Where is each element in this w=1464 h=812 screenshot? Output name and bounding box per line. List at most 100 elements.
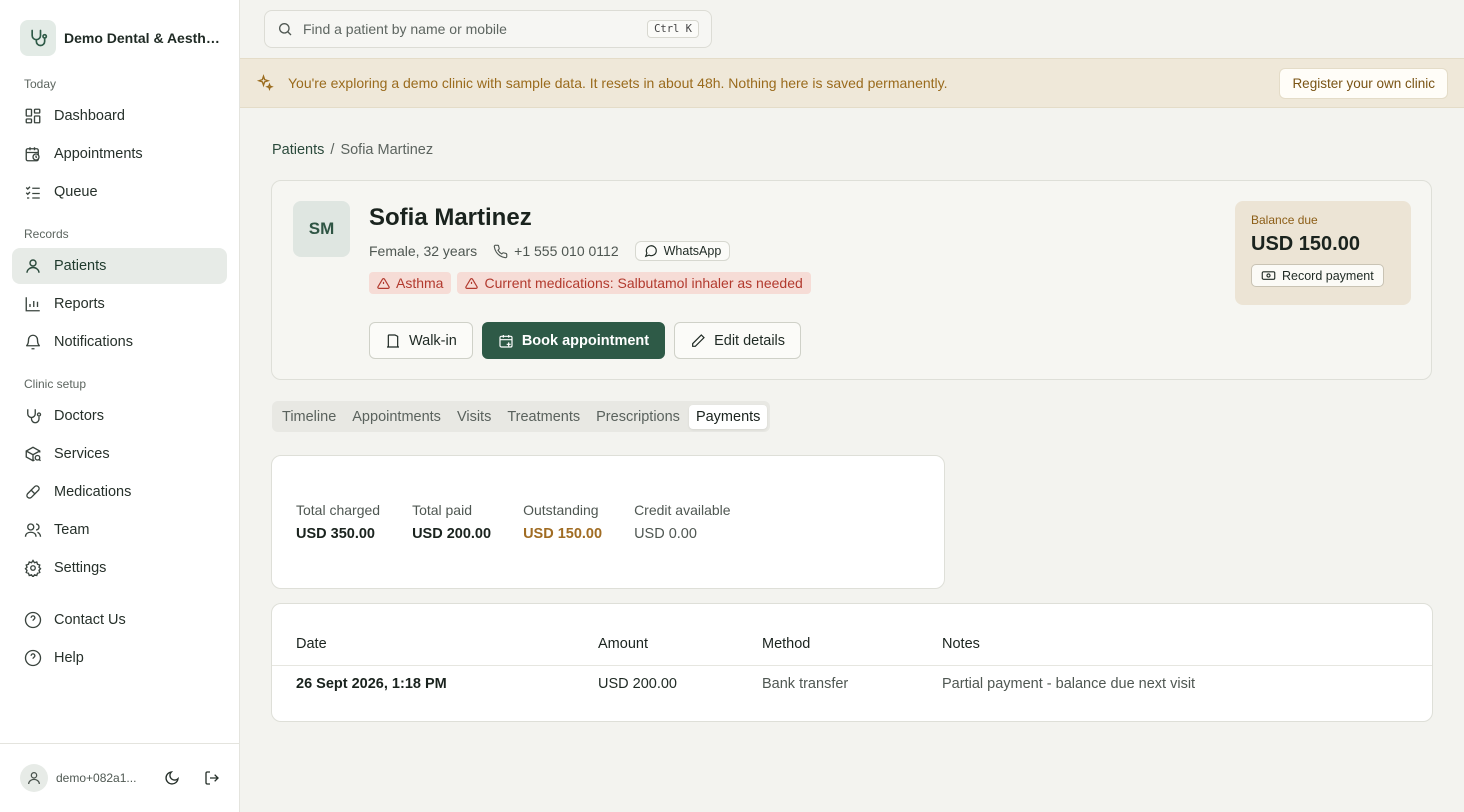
calendar-plus-icon — [498, 333, 514, 349]
balance-amount: USD 150.00 — [1251, 233, 1360, 255]
phone-icon — [493, 244, 508, 259]
pill-icon — [24, 483, 42, 501]
sidebar-item-services[interactable]: Services — [12, 436, 227, 472]
tab-treatments[interactable]: Treatments — [500, 405, 587, 429]
sidebar-item-label: Services — [54, 446, 110, 462]
sidebar-item-patients[interactable]: Patients — [12, 248, 227, 284]
allergy-tag: Asthma — [369, 272, 452, 294]
calendar-clock-icon — [24, 145, 42, 163]
warning-icon — [377, 277, 390, 290]
phone-number: +1 555 010 0112 — [514, 243, 619, 259]
breadcrumb-patients-link[interactable]: Patients — [272, 142, 324, 158]
sidebar-item-label: Doctors — [54, 408, 104, 424]
stethoscope-icon — [20, 20, 56, 56]
stat-value: USD 150.00 — [523, 526, 603, 542]
walk-in-button[interactable]: Walk-in — [369, 322, 473, 359]
avatar[interactable] — [20, 764, 48, 792]
alert-tags: Asthma Current medications: Salbutamol i… — [369, 272, 811, 294]
help-circle-icon — [24, 649, 42, 667]
tab-timeline[interactable]: Timeline — [275, 405, 343, 429]
breadcrumb-current: Sofia Martinez — [340, 142, 434, 158]
payment-summary-card: Total charged USD 350.00 Total paid USD … — [271, 455, 945, 589]
tab-appointments[interactable]: Appointments — [345, 405, 448, 429]
nav-section-clinic-setup: Clinic setup — [24, 377, 87, 391]
sidebar-item-medications[interactable]: Medications — [12, 474, 227, 510]
medication-tag: Current medications: Salbutamol inhaler … — [457, 272, 811, 294]
breadcrumb-separator: / — [330, 142, 335, 158]
help-circle-icon — [24, 611, 42, 629]
summary-credit-available: Credit available USD 0.00 — [634, 502, 731, 588]
register-clinic-button[interactable]: Register your own clinic — [1279, 68, 1448, 99]
patient-meta: Female, 32 years +1 555 010 0112 WhatsAp… — [369, 241, 731, 261]
search-icon — [277, 21, 293, 37]
message-circle-icon — [644, 244, 658, 258]
user-footer: demo+082a1... — [0, 743, 239, 812]
walk-in-label: Walk-in — [409, 332, 457, 349]
sidebar-item-notifications[interactable]: Notifications — [12, 324, 227, 360]
logout-icon[interactable] — [200, 766, 224, 790]
clinic-name: Demo Dental & Aesthe... — [64, 30, 220, 46]
patient-avatar: SM — [293, 201, 350, 257]
patient-search[interactable]: Find a patient by name or mobile Ctrl K — [264, 10, 712, 48]
sidebar-item-queue[interactable]: Queue — [12, 174, 227, 210]
breadcrumb: Patients / Sofia Martinez — [272, 142, 433, 158]
demo-banner: You're exploring a demo clinic with samp… — [240, 58, 1464, 108]
patient-actions: Walk-in Book appointment Edit details — [369, 322, 802, 359]
warning-icon — [465, 277, 479, 290]
search-shortcut: Ctrl K — [647, 20, 699, 38]
patient-phone[interactable]: +1 555 010 0112 — [493, 243, 619, 259]
clinic-switcher[interactable]: Demo Dental & Aesthe... — [20, 20, 220, 56]
balance-label: Balance due — [1251, 213, 1318, 227]
edit-details-button[interactable]: Edit details — [674, 322, 802, 359]
tab-prescriptions[interactable]: Prescriptions — [589, 405, 687, 429]
banner-text: You're exploring a demo clinic with samp… — [288, 75, 948, 91]
stat-value: USD 200.00 — [412, 526, 492, 542]
patient-header-card: SM Sofia Martinez Female, 32 years +1 55… — [271, 180, 1432, 380]
stat-label: Total paid — [412, 502, 472, 518]
sidebar-item-label: Medications — [54, 484, 132, 500]
door-icon — [385, 333, 401, 349]
sidebar-item-label: Contact Us — [54, 612, 126, 628]
tab-payments[interactable]: Payments — [688, 404, 768, 429]
sidebar-item-contact[interactable]: Contact Us — [12, 602, 227, 638]
payments-table: Date Amount Method Notes 26 Sept 2026, 1… — [271, 603, 1433, 722]
user-icon — [24, 257, 42, 275]
nav-section-today: Today — [24, 77, 57, 91]
summary-total-paid: Total paid USD 200.00 — [412, 502, 491, 588]
tag-label: Current medications: Salbutamol inhaler … — [484, 275, 803, 291]
record-payment-button[interactable]: Record payment — [1251, 264, 1384, 287]
sparkles-icon — [256, 74, 274, 92]
sidebar-item-label: Notifications — [54, 334, 133, 350]
nav-section-records: Records — [24, 227, 69, 241]
stat-label: Credit available — [634, 502, 731, 518]
patient-demographics: Female, 32 years — [369, 243, 478, 259]
patient-tabs: Timeline Appointments Visits Treatments … — [272, 401, 771, 432]
whatsapp-button[interactable]: WhatsApp — [634, 241, 731, 261]
sidebar-item-team[interactable]: Team — [12, 512, 227, 548]
tab-visits[interactable]: Visits — [450, 405, 498, 429]
sidebar-item-label: Team — [54, 522, 90, 538]
pencil-icon — [690, 333, 706, 349]
cell-method: Bank transfer — [762, 676, 849, 692]
users-icon — [24, 521, 42, 539]
sidebar-item-doctors[interactable]: Doctors — [12, 398, 227, 434]
dashboard-icon — [24, 107, 42, 125]
user-email: demo+082a1... — [56, 771, 137, 785]
stat-value: USD 0.00 — [634, 526, 697, 542]
sidebar-item-label: Reports — [54, 296, 105, 312]
column-header-amount: Amount — [598, 636, 648, 652]
sidebar-item-reports[interactable]: Reports — [12, 286, 227, 322]
column-header-notes: Notes — [942, 636, 980, 652]
sidebar-item-settings[interactable]: Settings — [12, 550, 227, 586]
sidebar-item-help[interactable]: Help — [12, 640, 227, 676]
summary-outstanding: Outstanding USD 150.00 — [523, 502, 602, 588]
search-input[interactable]: Find a patient by name or mobile — [303, 21, 637, 37]
balance-due-panel: Balance due USD 150.00 Record payment — [1235, 201, 1411, 305]
sidebar-item-appointments[interactable]: Appointments — [12, 136, 227, 172]
cell-amount: USD 200.00 — [598, 676, 677, 692]
moon-icon[interactable] — [160, 766, 184, 790]
sidebar-item-label: Queue — [54, 184, 98, 200]
sidebar-item-label: Appointments — [54, 146, 143, 162]
sidebar-item-dashboard[interactable]: Dashboard — [12, 98, 227, 134]
book-appointment-button[interactable]: Book appointment — [481, 322, 666, 359]
